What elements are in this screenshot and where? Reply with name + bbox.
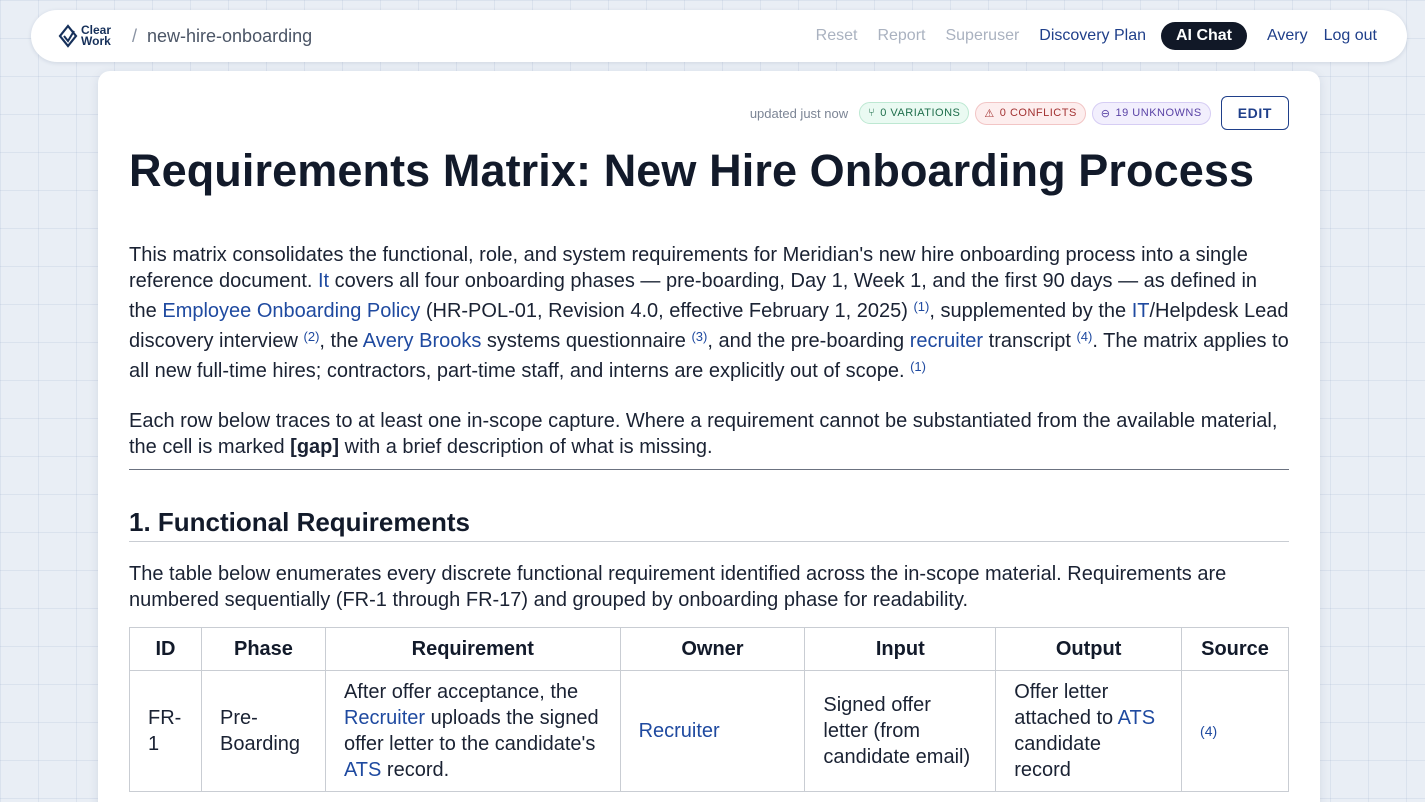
ai-chat-button[interactable]: AI Chat bbox=[1161, 22, 1247, 50]
conflicts-label: 0 CONFLICTS bbox=[999, 107, 1077, 119]
citation-ref[interactable]: (4) bbox=[1076, 329, 1092, 344]
section-heading: 1. Functional Requirements bbox=[129, 507, 1289, 542]
ats-link[interactable]: ATS bbox=[344, 759, 381, 781]
unknowns-label: 19 UNKNOWNS bbox=[1115, 107, 1202, 119]
variations-label: 0 VARIATIONS bbox=[880, 107, 961, 119]
intro-text: systems questionnaire bbox=[481, 330, 692, 352]
circle-dash-icon: ⊖ bbox=[1100, 107, 1111, 120]
cell-requirement: After offer acceptance, the Recruiter up… bbox=[324, 670, 621, 792]
cell-id: FR-1 bbox=[129, 670, 202, 792]
intro-link-it[interactable]: It bbox=[318, 270, 329, 292]
breadcrumb-separator: / bbox=[132, 25, 138, 46]
citation-ref[interactable]: (1) bbox=[913, 299, 929, 314]
intro-text: transcript bbox=[983, 330, 1077, 352]
trace-paragraph: Each row below traces to at least one in… bbox=[129, 408, 1289, 460]
clearwork-logo[interactable]: Clear Work bbox=[58, 21, 118, 51]
reset-link[interactable]: Reset bbox=[816, 27, 858, 45]
variations-badge[interactable]: ⑂ 0 VARIATIONS bbox=[859, 102, 970, 124]
cell-text: candidate record bbox=[1014, 733, 1101, 781]
intro-text: , supplemented by the bbox=[929, 300, 1132, 322]
citation-ref[interactable]: (2) bbox=[304, 329, 320, 344]
intro-paragraph: This matrix consolidates the functional,… bbox=[129, 242, 1289, 384]
breadcrumb-project[interactable]: new-hire-onboarding bbox=[147, 26, 312, 47]
document-meta: updated just now ⑂ 0 VARIATIONS ⚠ 0 CONF… bbox=[750, 96, 1289, 130]
citation-ref[interactable]: (1) bbox=[910, 359, 926, 374]
user-link[interactable]: Avery bbox=[1267, 27, 1308, 45]
cell-text: After offer acceptance, the bbox=[343, 681, 579, 703]
clearwork-logo-icon bbox=[58, 24, 78, 48]
column-header: Phase bbox=[200, 627, 326, 671]
edit-button[interactable]: EDIT bbox=[1220, 96, 1289, 130]
section-intro: The table below enumerates every discret… bbox=[129, 563, 1227, 611]
column-header: ID bbox=[129, 627, 202, 671]
gap-marker: [gap] bbox=[290, 436, 340, 458]
cell-phase: Pre-Boarding bbox=[200, 670, 326, 792]
report-link[interactable]: Report bbox=[877, 27, 925, 45]
logo-text: Clear Work bbox=[81, 23, 112, 48]
column-header: Requirement bbox=[324, 627, 621, 671]
cell-text: Offer letter attached to bbox=[1014, 681, 1118, 729]
column-header: Source bbox=[1181, 627, 1289, 671]
warning-icon: ⚠ bbox=[984, 107, 995, 120]
superuser-link[interactable]: Superuser bbox=[945, 27, 1019, 45]
owner-link[interactable]: Recruiter bbox=[639, 720, 720, 742]
intro-text: , the bbox=[319, 330, 363, 352]
citation-ref[interactable]: (3) bbox=[691, 329, 707, 344]
unknowns-badge[interactable]: ⊖ 19 UNKNOWNS bbox=[1091, 101, 1211, 125]
cell-text: record. bbox=[381, 759, 450, 781]
discovery-plan-link[interactable]: Discovery Plan bbox=[1039, 27, 1146, 45]
logout-link[interactable]: Log out bbox=[1324, 27, 1377, 45]
trace-text: with a brief description of what is miss… bbox=[339, 436, 713, 458]
intro-text: (HR-POL-01, Revision 4.0, effective Febr… bbox=[420, 300, 914, 322]
cell-owner: Recruiter bbox=[619, 670, 806, 792]
recruiter-link[interactable]: recruiter bbox=[910, 330, 983, 352]
policy-link[interactable]: Employee Onboarding Policy bbox=[162, 300, 420, 322]
branch-icon: ⑂ bbox=[868, 107, 876, 119]
functional-requirements-table: ID Phase Requirement Owner Input Output … bbox=[129, 627, 1289, 792]
document-title: Requirements Matrix: New Hire Onboarding… bbox=[129, 145, 1255, 196]
column-header: Input bbox=[804, 627, 997, 671]
column-header: Output bbox=[995, 627, 1183, 671]
recruiter-link[interactable]: Recruiter bbox=[344, 707, 425, 729]
document-card: updated just now ⑂ 0 VARIATIONS ⚠ 0 CONF… bbox=[98, 71, 1320, 802]
table-header-row: ID Phase Requirement Owner Input Output … bbox=[129, 627, 1289, 671]
table-row: FR-1 Pre-Boarding After offer acceptance… bbox=[129, 670, 1289, 792]
intro-text: , and the pre-boarding bbox=[707, 330, 910, 352]
updated-timestamp: updated just now bbox=[749, 105, 849, 121]
cell-source[interactable]: (4) bbox=[1181, 670, 1289, 792]
conflicts-badge[interactable]: ⚠ 0 CONFLICTS bbox=[975, 101, 1086, 125]
avery-brooks-link[interactable]: Avery Brooks bbox=[363, 330, 482, 352]
it-link[interactable]: IT bbox=[1132, 300, 1150, 322]
nav-links: Reset Report Superuser Discovery Plan AI… bbox=[796, 22, 1377, 50]
divider bbox=[129, 469, 1289, 470]
column-header: Owner bbox=[619, 627, 806, 671]
cell-output: Offer letter attached to ATS candidate r… bbox=[995, 670, 1183, 792]
cell-input: Signed offer letter (from candidate emai… bbox=[804, 670, 997, 792]
top-navigation-bar: Clear Work / new-hire-onboarding Reset R… bbox=[31, 10, 1407, 62]
ats-link[interactable]: ATS bbox=[1118, 707, 1155, 729]
